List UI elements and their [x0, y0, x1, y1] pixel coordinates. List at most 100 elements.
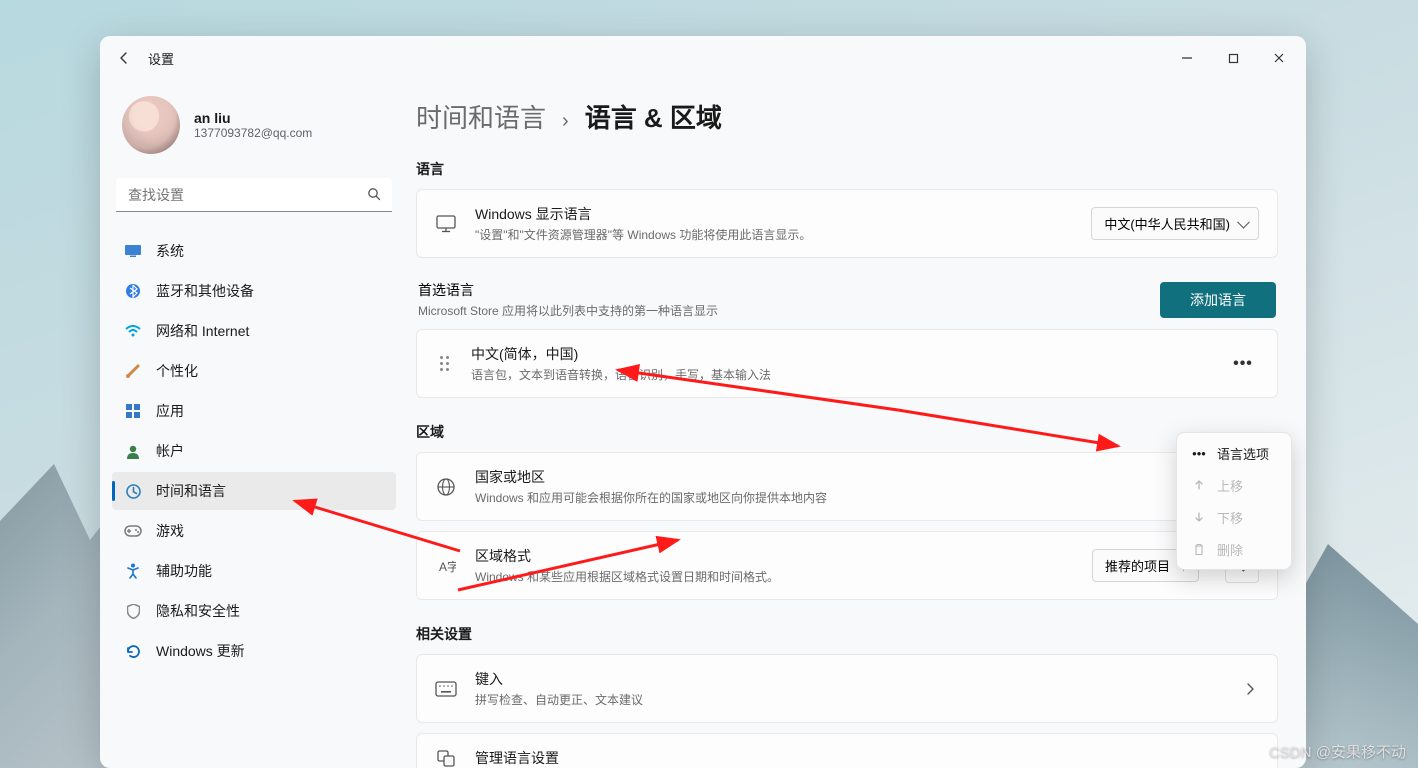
ctx-delete-label: 删除: [1217, 540, 1243, 559]
profile-block[interactable]: an liu 1377093782@qq.com: [112, 80, 396, 178]
ctx-options-label: 语言选项: [1217, 444, 1269, 463]
trash-icon: [1191, 543, 1207, 556]
sidebar-item-system[interactable]: 系统: [112, 232, 396, 270]
sidebar-item-personalization[interactable]: 个性化: [112, 352, 396, 390]
personalization-icon: [124, 362, 142, 380]
language-item-card: 中文(简体，中国) 语言包，文本到语音转换，语音识别，手写，基本输入法 •••: [416, 329, 1278, 398]
back-button[interactable]: [104, 38, 144, 78]
admin-lang-icon: [435, 748, 457, 768]
sidebar-item-label: 辅助功能: [156, 561, 212, 581]
admin-language-card[interactable]: 管理语言设置: [416, 733, 1278, 768]
sidebar-item-accessibility[interactable]: 辅助功能: [112, 552, 396, 590]
titlebar: 设置: [100, 36, 1306, 80]
breadcrumb-separator: ›: [562, 110, 569, 133]
sidebar-item-label: 系统: [156, 241, 184, 261]
settings-window: 设置 an liu 1377093782@qq.com 系统蓝牙和其他设备网络和…: [100, 36, 1306, 768]
display-language-title: Windows 显示语言: [475, 204, 1073, 224]
context-menu-language-options[interactable]: ••• 语言选项: [1181, 437, 1287, 469]
ctx-moveup-label: 上移: [1217, 476, 1243, 495]
sidebar-item-bluetooth[interactable]: 蓝牙和其他设备: [112, 272, 396, 310]
sidebar-item-network[interactable]: 网络和 Internet: [112, 312, 396, 350]
sidebar-item-gaming[interactable]: 游戏: [112, 512, 396, 550]
sidebar-item-accounts[interactable]: 帐户: [112, 432, 396, 470]
accessibility-icon: [124, 562, 142, 580]
sidebar-item-label: 隐私和安全性: [156, 601, 240, 621]
add-language-button[interactable]: 添加语言: [1160, 282, 1276, 318]
minimize-button[interactable]: [1164, 42, 1210, 74]
admin-language-title: 管理语言设置: [475, 748, 1259, 768]
page-title: 语言 & 区域: [585, 98, 722, 135]
country-region-card: 国家或地区 Windows 和应用可能会根据你所在的国家或地区向你提供本地内容 …: [416, 452, 1278, 521]
search-icon: [366, 186, 382, 202]
typing-card[interactable]: 键入 拼写检查、自动更正、文本建议: [416, 654, 1278, 723]
sidebar-item-label: 时间和语言: [156, 481, 226, 501]
regional-format-sub: Windows 和某些应用根据区域格式设置日期和时间格式。: [475, 568, 1074, 585]
svg-text:A字: A字: [439, 559, 456, 574]
breadcrumb-parent[interactable]: 时间和语言: [416, 98, 546, 135]
minimize-icon: [1181, 52, 1193, 64]
language-section-label: 语言: [416, 159, 1278, 179]
watermark: CSDN @安果移不动: [1269, 741, 1406, 762]
sidebar-item-label: 网络和 Internet: [156, 321, 249, 341]
regional-format-card: A字 区域格式 Windows 和某些应用根据区域格式设置日期和时间格式。 推荐…: [416, 531, 1278, 600]
profile-text: an liu 1377093782@qq.com: [194, 110, 312, 140]
display-language-select[interactable]: 中文(中华人民共和国): [1091, 207, 1259, 240]
network-icon: [124, 322, 142, 340]
language-context-menu: ••• 语言选项 上移 下移 删除: [1176, 432, 1292, 570]
content-area: an liu 1377093782@qq.com 系统蓝牙和其他设备网络和 In…: [100, 80, 1306, 768]
close-icon: [1273, 52, 1285, 64]
update-icon: [124, 642, 142, 660]
maximize-icon: [1228, 53, 1239, 64]
sidebar-item-label: 游戏: [156, 521, 184, 541]
display-language-card: Windows 显示语言 "设置"和"文件资源管理器"等 Windows 功能将…: [416, 189, 1278, 258]
character-icon: A字: [435, 556, 457, 576]
breadcrumb: 时间和语言 › 语言 & 区域: [416, 92, 1278, 153]
context-menu-delete: 删除: [1181, 533, 1287, 565]
nav-list: 系统蓝牙和其他设备网络和 Internet 个性化应用帐户时间和语言游戏辅助功能隐…: [112, 232, 396, 670]
arrow-down-icon: [1191, 511, 1207, 523]
accounts-icon: [124, 442, 142, 460]
preferred-language-row: 首选语言 Microsoft Store 应用将以此列表中支持的第一种语言显示 …: [416, 268, 1278, 329]
sidebar-item-time-language[interactable]: 时间和语言: [112, 472, 396, 510]
monitor-icon: [435, 215, 457, 233]
profile-name: an liu: [194, 110, 312, 126]
back-arrow-icon: [116, 50, 132, 66]
sidebar: an liu 1377093782@qq.com 系统蓝牙和其他设备网络和 In…: [100, 80, 408, 768]
privacy-icon: [124, 602, 142, 620]
maximize-button[interactable]: [1210, 42, 1256, 74]
search-input[interactable]: [116, 178, 392, 212]
typing-title: 键入: [475, 669, 1223, 689]
sidebar-item-label: 帐户: [156, 441, 184, 461]
regional-format-title: 区域格式: [475, 546, 1074, 566]
language-item-sub: 语言包，文本到语音转换，语音识别，手写，基本输入法: [471, 366, 1209, 383]
profile-email: 1377093782@qq.com: [194, 126, 312, 140]
display-language-sub: "设置"和"文件资源管理器"等 Windows 功能将使用此语言显示。: [475, 226, 1073, 243]
language-item-title: 中文(简体，中国): [471, 344, 1209, 364]
sidebar-item-label: 个性化: [156, 361, 198, 381]
region-section-label: 区域: [416, 422, 1278, 442]
sidebar-item-apps[interactable]: 应用: [112, 392, 396, 430]
drag-handle-icon[interactable]: [435, 356, 453, 371]
avatar: [122, 96, 180, 154]
sidebar-item-label: Windows 更新: [156, 641, 245, 661]
gaming-icon: [124, 522, 142, 540]
country-region-title: 国家或地区: [475, 467, 1173, 487]
bluetooth-icon: [124, 282, 142, 300]
time-language-icon: [124, 482, 142, 500]
arrow-up-icon: [1191, 479, 1207, 491]
language-item-more-button[interactable]: •••: [1227, 348, 1259, 380]
preferred-language-title: 首选语言: [418, 280, 718, 300]
main-panel: 时间和语言 › 语言 & 区域 语言 Windows 显示语言 "设置"和"文件…: [408, 80, 1306, 768]
system-icon: [124, 242, 142, 260]
related-section-label: 相关设置: [416, 624, 1278, 644]
typing-sub: 拼写检查、自动更正、文本建议: [475, 691, 1223, 708]
chevron-right-icon: [1245, 682, 1255, 696]
context-menu-move-up: 上移: [1181, 469, 1287, 501]
sidebar-item-privacy[interactable]: 隐私和安全性: [112, 592, 396, 630]
apps-icon: [124, 402, 142, 420]
sidebar-item-update[interactable]: Windows 更新: [112, 632, 396, 670]
ellipsis-icon: •••: [1191, 446, 1207, 461]
close-button[interactable]: [1256, 42, 1302, 74]
search-box: [116, 178, 392, 212]
context-menu-move-down: 下移: [1181, 501, 1287, 533]
